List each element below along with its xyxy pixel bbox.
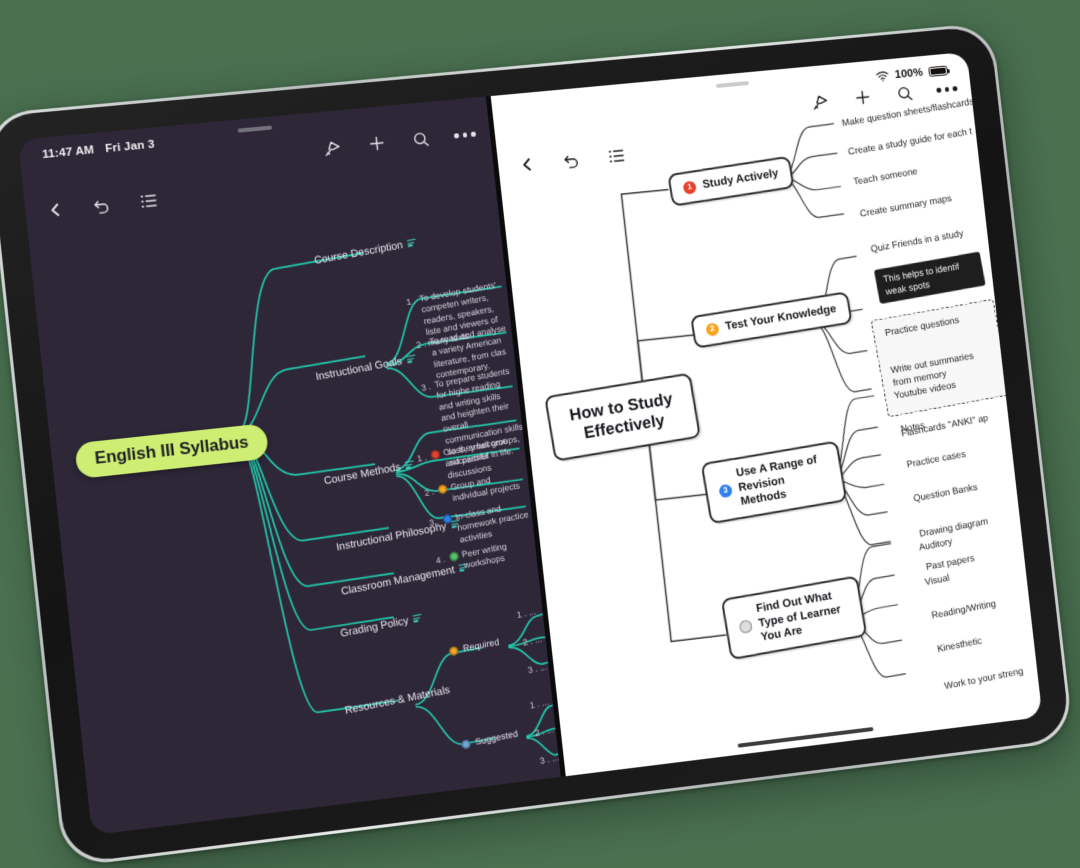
branch-label: Use A Range of Revision Methods bbox=[735, 452, 832, 510]
item-number: 2 . bbox=[423, 486, 435, 500]
status-bullet-icon bbox=[461, 739, 472, 750]
item-number: 1 . bbox=[405, 294, 417, 307]
note-icon bbox=[407, 238, 418, 248]
item-number: 3 . bbox=[428, 516, 440, 530]
item-number: 1 . bbox=[416, 451, 428, 464]
item-number: 4 . bbox=[435, 553, 447, 567]
item-number: 3 . bbox=[420, 380, 432, 393]
branch-badge: 2 bbox=[705, 322, 720, 337]
branch-badge: 3 bbox=[718, 483, 733, 498]
tablet-device: English III Syllabus Course Description … bbox=[0, 22, 1074, 868]
status-bullet-icon bbox=[449, 551, 460, 562]
right-mindmap-canvas[interactable]: How to Study Effectively 1 Study Activel… bbox=[490, 52, 1042, 776]
tablet-screen: English III Syllabus Course Description … bbox=[18, 52, 1043, 835]
branch-badge bbox=[738, 619, 753, 634]
right-app-panel[interactable]: How to Study Effectively 1 Study Activel… bbox=[490, 52, 1042, 776]
note-icon bbox=[406, 354, 417, 364]
status-bullet-icon bbox=[442, 514, 453, 525]
status-bullet-icon bbox=[437, 484, 448, 495]
item-number: 2 . bbox=[415, 338, 427, 351]
left-app-panel[interactable]: English III Syllabus Course Description … bbox=[18, 97, 561, 836]
branch-label: Study Actively bbox=[701, 166, 779, 192]
screenshot-stage: English III Syllabus Course Description … bbox=[0, 0, 1080, 868]
status-bullet-icon bbox=[430, 450, 441, 461]
left-mindmap-canvas[interactable]: English III Syllabus Course Description … bbox=[18, 97, 561, 836]
branch-badge: 1 bbox=[682, 180, 697, 195]
branch-label: Find Out What Type of Learner You Are bbox=[755, 587, 852, 646]
